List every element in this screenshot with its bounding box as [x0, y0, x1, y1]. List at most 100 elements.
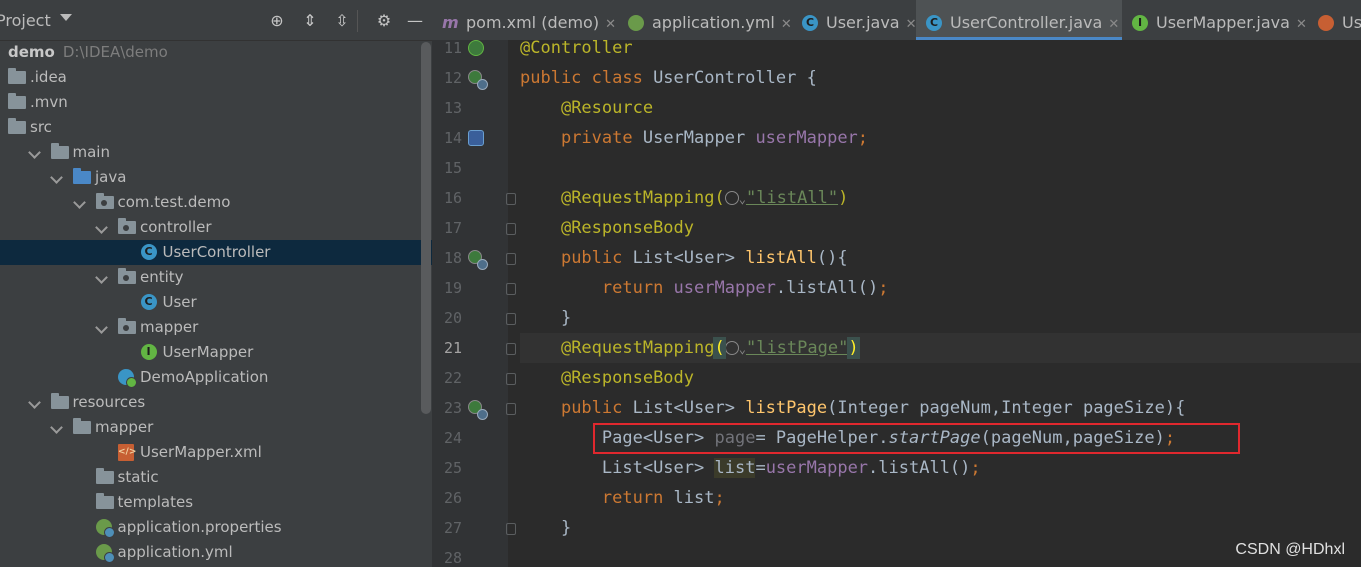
code-line-11[interactable]: @Controller: [520, 40, 1361, 63]
url-globe-icon[interactable]: [724, 341, 739, 355]
chevron-down-icon[interactable]: [95, 221, 108, 234]
spring-bean-icon[interactable]: [468, 70, 488, 90]
spring-bean-icon[interactable]: [468, 40, 484, 56]
tree-item[interactable]: .mvn: [0, 90, 432, 115]
project-tree-scrollbar[interactable]: [421, 42, 431, 414]
editor-tab[interactable]: Us: [1308, 0, 1361, 40]
code-line-25[interactable]: List<User> list=userMapper.listAll();: [520, 453, 1361, 483]
tree-item[interactable]: mapper: [0, 415, 432, 440]
fold-marker-icon[interactable]: [506, 313, 516, 325]
fold-marker-icon[interactable]: [506, 523, 516, 535]
folder-icon: [50, 393, 69, 409]
fold-marker-icon[interactable]: [506, 253, 516, 265]
folder-icon: [95, 468, 114, 484]
line-number: 26: [443, 489, 462, 507]
line-number: 17: [443, 219, 462, 237]
tree-item[interactable]: DemoApplication: [0, 365, 432, 390]
folder-icon: [73, 418, 91, 434]
code-line-27[interactable]: }: [520, 513, 1361, 543]
tree-item[interactable]: application.properties: [0, 515, 432, 540]
gear-icon[interactable]: ⚙: [375, 12, 393, 30]
fold-marker-icon[interactable]: [506, 193, 516, 205]
tree-item[interactable]: mapper: [0, 315, 432, 340]
code-line-22[interactable]: @ResponseBody: [520, 363, 1361, 393]
tree-item-label: com.test.demo: [117, 193, 231, 211]
fold-marker-icon[interactable]: [506, 283, 516, 295]
chevron-down-icon[interactable]: [50, 171, 63, 184]
tree-item[interactable]: java: [0, 165, 432, 190]
tab-label: User.java: [826, 13, 900, 32]
tree-item[interactable]: src: [0, 115, 432, 140]
editor-tab[interactable]: m pom.xml (demo) ✕: [432, 0, 618, 40]
tree-item[interactable]: I UserMapper: [0, 340, 432, 365]
tab-label: UserMapper.java: [1156, 13, 1290, 32]
code-line-14[interactable]: private UserMapper userMapper;: [520, 123, 1361, 153]
xml-file-icon: </>: [118, 444, 136, 461]
editor-tab[interactable]: application.yml ✕: [618, 0, 792, 40]
tree-item[interactable]: </> UserMapper.xml: [0, 440, 432, 465]
editor-tab[interactable]: C UserController.java ✕: [916, 0, 1122, 40]
close-icon[interactable]: ✕: [906, 17, 917, 32]
navigate-to-bean-icon[interactable]: [468, 130, 484, 146]
fold-marker-icon[interactable]: [506, 373, 516, 385]
code-line-15[interactable]: [520, 153, 1361, 183]
tree-item[interactable]: static: [0, 465, 432, 490]
locate-icon[interactable]: ⊕: [268, 12, 286, 30]
tree-item[interactable]: com.test.demo: [0, 190, 432, 215]
editor-tab[interactable]: C User.java ✕: [792, 0, 917, 40]
close-icon[interactable]: ✕: [781, 17, 792, 32]
close-icon[interactable]: ✕: [605, 17, 616, 32]
minimize-icon[interactable]: —: [406, 12, 424, 30]
chevron-down-icon[interactable]: [72, 196, 86, 209]
code-line-19[interactable]: return userMapper.listAll();: [520, 273, 1361, 303]
editor-tabs: m pom.xml (demo) ✕ application.yml ✕ C User.ja…: [432, 0, 1361, 41]
code-line-17[interactable]: @ResponseBody: [520, 213, 1361, 243]
editor-tab[interactable]: I UserMapper.java ✕: [1122, 0, 1308, 40]
tree-item[interactable]: C UserController: [0, 240, 432, 265]
collapse-all-icon[interactable]: ⇳: [333, 12, 351, 30]
tree-item[interactable]: templates: [0, 490, 432, 515]
class-icon: C: [926, 15, 942, 31]
url-globe-icon[interactable]: [724, 191, 739, 205]
maven-icon: m: [442, 13, 459, 32]
tree-item[interactable]: application.yml: [0, 540, 432, 565]
fold-marker-icon[interactable]: [506, 223, 516, 235]
code-line-21[interactable]: @RequestMapping(⌄"listPage"): [520, 333, 1361, 363]
tree-item-label: UserMapper: [162, 343, 254, 361]
fold-marker-icon[interactable]: [506, 343, 516, 355]
chevron-down-icon[interactable]: [50, 421, 63, 434]
line-number: 11: [443, 40, 462, 57]
spring-bean-icon[interactable]: [468, 400, 488, 420]
tree-item[interactable]: C User: [0, 290, 432, 315]
code-editor[interactable]: 11 12 13 14 15 16 17 18 19 20 21 22 23 24 25 26 27 28 @Co…: [432, 40, 1361, 567]
chevron-down-icon[interactable]: [95, 271, 108, 284]
tree-item[interactable]: demo D:\IDEA\demo: [0, 40, 432, 65]
fold-marker-icon[interactable]: [506, 403, 516, 415]
project-panel-title[interactable]: Project: [0, 11, 51, 30]
code-line-12[interactable]: public class UserController {: [520, 63, 1361, 93]
tree-item[interactable]: .idea: [0, 65, 432, 90]
code-line-26[interactable]: return list;: [520, 483, 1361, 513]
spring-bean-icon[interactable]: [468, 250, 488, 270]
chevron-down-icon[interactable]: [95, 321, 108, 334]
code-line-13[interactable]: @Resource: [520, 93, 1361, 123]
chevron-down-icon[interactable]: [27, 146, 41, 159]
toolbar-divider: [357, 10, 358, 32]
code-line-20[interactable]: }: [520, 303, 1361, 333]
tree-item[interactable]: entity: [0, 265, 432, 290]
tree-item-label: demo: [8, 43, 55, 61]
code-line-18[interactable]: public List<User> listAll(){: [520, 243, 1361, 273]
spring-config-icon: [95, 519, 115, 538]
close-icon[interactable]: ✕: [1296, 17, 1307, 32]
tree-item[interactable]: main: [0, 140, 432, 165]
chevron-down-icon[interactable]: ⌄: [739, 342, 746, 356]
code-line-16[interactable]: @RequestMapping(⌄"listAll"): [520, 183, 1361, 213]
tree-item[interactable]: controller: [0, 215, 432, 240]
chevron-down-icon[interactable]: [60, 14, 72, 21]
code-line-23[interactable]: public List<User> listPage(Integer pageN…: [520, 393, 1361, 423]
chevron-down-icon[interactable]: [27, 396, 41, 409]
expand-all-icon[interactable]: ⇕: [301, 12, 319, 30]
chevron-down-icon[interactable]: ⌄: [739, 192, 746, 206]
tree-item[interactable]: resources: [0, 390, 432, 415]
close-icon[interactable]: ✕: [1108, 17, 1119, 32]
